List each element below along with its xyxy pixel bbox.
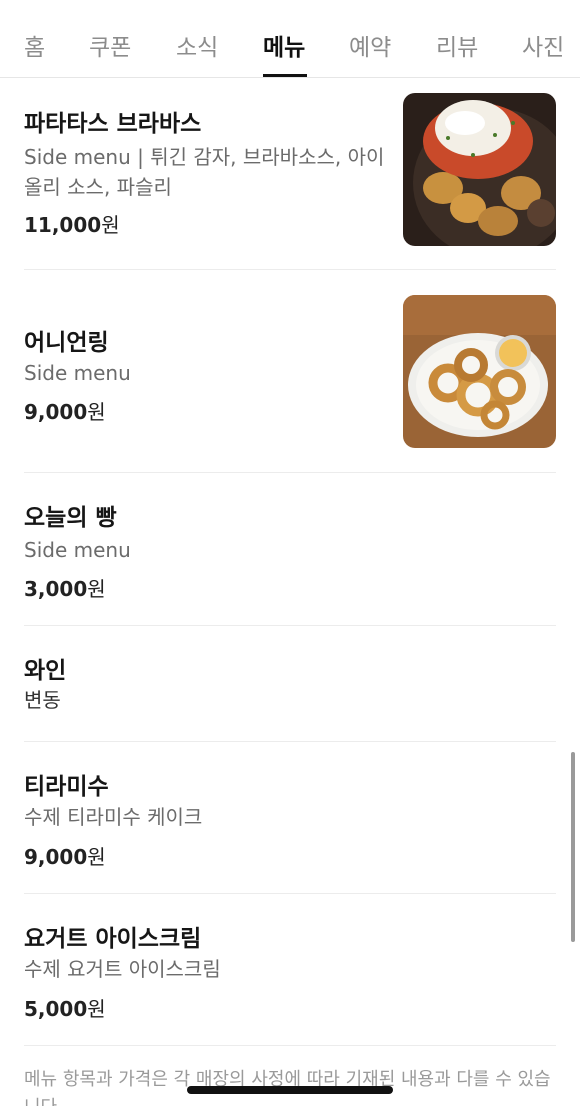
onion-rings-photo[interactable]	[403, 295, 556, 448]
menu-item-name: 오늘의 빵	[24, 505, 117, 531]
tab-review[interactable]: 리뷰	[436, 28, 478, 62]
menu-item-price: 11,000원	[24, 213, 120, 237]
menu-item-name: 티라미수	[24, 774, 109, 800]
tab-menu[interactable]: 메뉴	[263, 28, 305, 62]
menu-item-description: Side menu	[24, 361, 131, 385]
menu-item-name: 파타타스 브라바스	[24, 111, 202, 137]
tab-bar: 홈 쿠폰 소식 메뉴 예약 리뷰 사진	[0, 0, 580, 78]
menu-item[interactable]: 어니언링 Side menu 9,000원	[24, 271, 556, 473]
scrollbar[interactable]	[571, 752, 575, 942]
menu-item[interactable]: 오늘의 빵 Side menu 3,000원	[24, 474, 556, 626]
menu-item-description: 변동	[24, 688, 61, 712]
tab-news[interactable]: 소식	[176, 28, 218, 62]
menu-item-price: 3,000원	[24, 577, 106, 601]
menu-item[interactable]: 와인 변동	[24, 627, 556, 742]
tab-reservation[interactable]: 예약	[349, 28, 391, 62]
menu-item-description-line: 올리 소스, 파슬리	[24, 175, 172, 199]
menu-item-description-line: Side menu | 튀긴 감자, 브라바소스, 아이	[24, 145, 385, 169]
menu-item-description: Side menu	[24, 538, 131, 562]
active-tab-indicator	[263, 74, 307, 77]
menu-item-description: 수제 티라미수 케이크	[24, 805, 203, 829]
menu-item[interactable]: 파타타스 브라바스 Side menu | 튀긴 감자, 브라바소스, 아이 올…	[24, 80, 556, 270]
home-indicator[interactable]	[187, 1086, 393, 1094]
menu-item-price: 5,000원	[24, 997, 106, 1021]
menu-item-name: 요거트 아이스크림	[24, 926, 202, 952]
tab-coupon[interactable]: 쿠폰	[89, 28, 131, 62]
menu-item-price: 9,000원	[24, 845, 106, 869]
menu-item[interactable]: 요거트 아이스크림 수제 요거트 아이스크림 5,000원	[24, 895, 556, 1046]
menu-item-price: 9,000원	[24, 400, 106, 424]
tab-photo[interactable]: 사진	[522, 28, 564, 62]
tab-home[interactable]: 홈	[24, 28, 45, 62]
menu-item-name: 와인	[24, 658, 67, 684]
menu-item-name: 어니언링	[24, 330, 109, 356]
patatas-bravas-photo[interactable]	[403, 93, 556, 246]
menu-item[interactable]: 티라미수 수제 티라미수 케이크 9,000원	[24, 743, 556, 894]
menu-item-description: 수제 요거트 아이스크림	[24, 957, 221, 981]
menu-item-description: Side menu | 튀긴 감자, 브라바소스, 아이 올리 소스, 파슬리	[24, 142, 384, 202]
